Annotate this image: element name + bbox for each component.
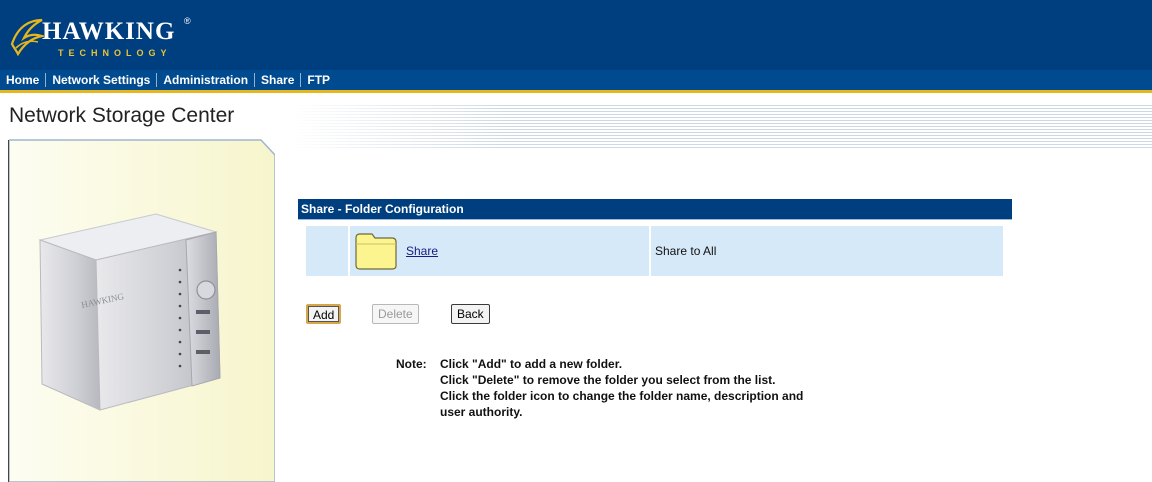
folder-description: Share to All	[655, 244, 717, 258]
nav-divider	[0, 90, 1152, 93]
folder-name-cell: Share	[350, 226, 649, 276]
brand-name: HAWKING	[42, 18, 176, 45]
nas-device-image: HAWKING	[38, 213, 221, 411]
nav-item-ftp[interactable]: FTP	[301, 73, 336, 87]
hawking-logo[interactable]: HAWKING ® TECHNOLOGY	[8, 8, 208, 64]
folder-select-cell[interactable]	[306, 226, 348, 276]
note-line-1: Click "Add" to add a new folder.	[440, 357, 623, 371]
hawk-logo-icon	[10, 18, 44, 57]
folder-row: Share Share to All	[306, 226, 1003, 276]
folder-description-cell: Share to All	[651, 226, 1003, 276]
page-title: Network Storage Center	[9, 104, 235, 127]
nav-item-share[interactable]: Share	[255, 73, 302, 87]
section-underline	[298, 219, 1012, 220]
main-nav: Home Network Settings Administration Sha…	[0, 70, 1152, 90]
folder-name-link[interactable]: Share	[406, 244, 438, 258]
note-prefix: Note:	[396, 357, 427, 371]
help-note: Note: Click "Add" to add a new folder. Cl…	[396, 356, 803, 420]
section-title: Share - Folder Configuration	[298, 199, 1012, 219]
nav-item-administration[interactable]: Administration	[157, 73, 256, 87]
nav-item-home[interactable]: Home	[0, 73, 47, 87]
delete-button[interactable]: Delete	[372, 304, 419, 324]
registered-mark: ®	[184, 16, 191, 26]
folder-icon[interactable]	[354, 232, 398, 270]
back-button[interactable]: Back	[451, 304, 490, 324]
add-button[interactable]: Add	[306, 304, 342, 324]
header: HAWKING ® TECHNOLOGY	[0, 0, 1152, 70]
nav-item-network-settings[interactable]: Network Settings	[46, 73, 158, 87]
note-line-3: Click the folder icon to change the fold…	[440, 389, 804, 403]
note-line-2: Click "Delete" to remove the folder you …	[440, 373, 776, 387]
header-stripes	[290, 105, 1152, 148]
brand-tagline: TECHNOLOGY	[58, 48, 172, 58]
note-line-4: user authority.	[440, 405, 523, 419]
